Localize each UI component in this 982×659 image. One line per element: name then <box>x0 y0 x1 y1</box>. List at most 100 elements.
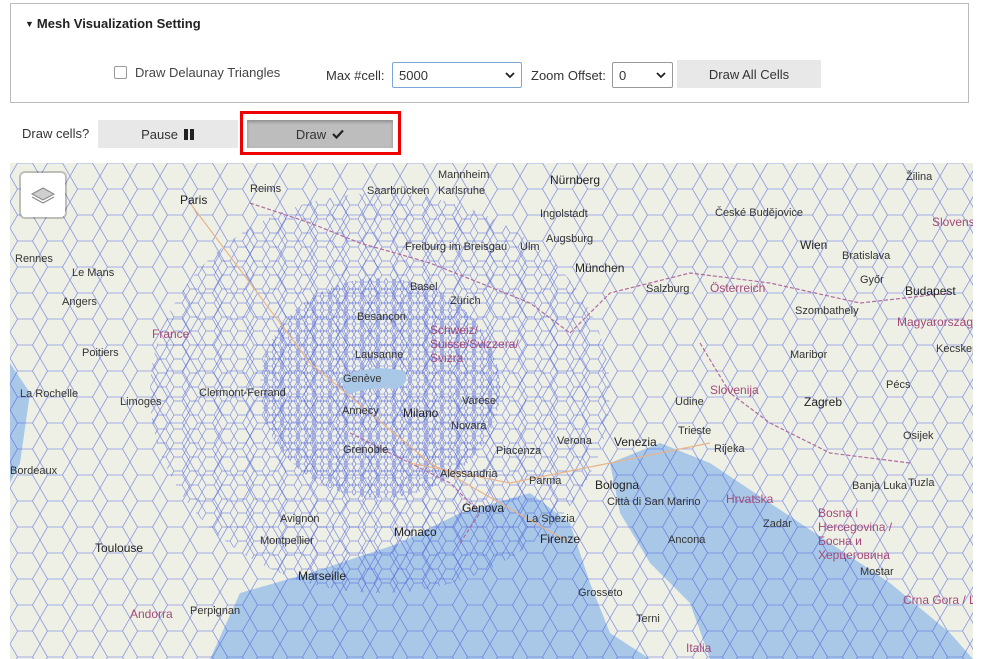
draw-cells-label: Draw cells? <box>22 126 90 141</box>
place-label: Italia <box>686 641 712 655</box>
place-label: Verona <box>557 435 592 447</box>
pause-icon <box>183 128 194 140</box>
place-label: Annecy <box>342 405 379 417</box>
place-label: Zagreb <box>804 395 843 409</box>
place-label: Pécs <box>886 379 911 391</box>
draw-delaunay-checkbox[interactable] <box>114 66 127 79</box>
place-label: Banja Luka <box>852 480 908 492</box>
place-label: Tuzla <box>908 477 935 489</box>
place-label: Ancona <box>668 534 706 546</box>
place-label: Firenze <box>540 532 581 546</box>
place-label: Karlsruhe <box>438 185 486 197</box>
place-label: Andorra <box>130 607 173 621</box>
place-label: Udine <box>675 396 704 408</box>
place-label: Città di San Marino <box>607 496 701 508</box>
place-label: Saarbrücken <box>367 185 430 197</box>
pause-button[interactable]: Pause <box>98 120 238 148</box>
place-label: Győr <box>860 274 884 286</box>
place-label: Genova <box>462 501 505 515</box>
place-label: Rijeka <box>714 443 745 455</box>
place-label: Milano <box>403 406 439 420</box>
panel-header[interactable]: ▼ Mesh Visualization Setting <box>25 16 201 31</box>
place-label: Bordeaux <box>10 465 58 477</box>
place-label: La Rochelle <box>20 388 79 400</box>
place-label: Nürnberg <box>550 173 601 187</box>
place-label: La Spezia <box>526 513 575 525</box>
caret-down-icon[interactable]: ▼ <box>25 19 34 29</box>
place-label: Poitiers <box>82 347 119 359</box>
map-view[interactable]: Paris Reims Saarbrücken Karlsruhe Mannheim Nü… <box>10 163 973 659</box>
place-label: Limoges <box>120 396 162 408</box>
pause-label: Pause <box>141 126 178 142</box>
place-label: Monaco <box>394 525 437 539</box>
place-label: Reims <box>250 183 282 195</box>
draw-delaunay-option[interactable]: Draw Delaunay Triangles <box>114 65 280 80</box>
place-label: Terni <box>636 613 660 625</box>
place-label: Grosseto <box>578 587 623 599</box>
place-label: Mostar <box>860 566 894 578</box>
place-label: Szombathely <box>795 305 859 317</box>
place-label: Schweiz/ Suisse/Svizzera/ Svizra <box>430 323 519 365</box>
place-label: Slovenija <box>710 383 759 397</box>
panel-title: Mesh Visualization Setting <box>36 16 201 31</box>
place-label: Wien <box>800 238 828 252</box>
layers-control-button[interactable] <box>21 173 65 217</box>
place-label: Osijek <box>903 430 934 442</box>
place-label: Toulouse <box>95 541 144 555</box>
layers-icon <box>30 187 56 204</box>
place-label: Zadar <box>763 518 792 530</box>
place-label: Lausanne <box>355 349 404 361</box>
place-label: Bologna <box>595 478 640 492</box>
place-label: München <box>575 261 625 275</box>
chevron-down-icon <box>656 72 666 79</box>
place-label: Budapest <box>905 284 956 298</box>
place-label: Mannheim <box>438 169 490 181</box>
place-label: Hrvatska <box>726 492 774 506</box>
draw-delaunay-label: Draw Delaunay Triangles <box>135 65 281 80</box>
place-label: Clermont-Ferrand <box>199 387 286 399</box>
place-label: Basel <box>410 281 438 293</box>
place-label: České Budějovice <box>715 207 804 219</box>
zoom-offset-select[interactable]: 0 <box>612 62 673 88</box>
place-label: Grenoble <box>343 444 389 456</box>
draw-button-highlight <box>240 111 401 155</box>
place-label: Angers <box>62 296 97 308</box>
place-label: Novara <box>451 420 487 432</box>
map-canvas <box>10 163 973 659</box>
place-label: Varese <box>462 395 497 407</box>
place-label: Zürich <box>450 295 481 307</box>
max-cell-select[interactable]: 5000 <box>392 62 522 88</box>
place-label: Augsburg <box>546 233 594 245</box>
place-label: Montpellier <box>260 535 314 547</box>
place-label: Piacenza <box>496 445 542 457</box>
place-label: Alessandria <box>440 468 498 480</box>
place-label: Magyarország <box>897 315 973 329</box>
settings-row: Draw Delaunay Triangles Max #cell: 5000 … <box>11 60 968 90</box>
place-label: Bratislava <box>842 250 891 262</box>
place-label: Besançon <box>357 311 406 323</box>
place-label: Trieste <box>678 425 712 437</box>
place-label: Crna Gora / Црна Гора <box>903 593 973 607</box>
draw-all-cells-button[interactable]: Draw All Cells <box>677 60 821 88</box>
place-label: Genève <box>343 373 382 385</box>
place-label: Venezia <box>614 435 657 449</box>
place-label: Parma <box>529 475 562 487</box>
draw-controls: Draw cells? Pause Draw <box>0 118 982 150</box>
place-label: France <box>152 327 190 341</box>
place-label: Slovensko <box>932 215 973 229</box>
place-label: Maribor <box>790 349 828 361</box>
place-label: Paris <box>180 193 208 207</box>
place-label: Ingolstadt <box>540 208 588 220</box>
zoom-offset-value: 0 <box>619 67 627 83</box>
place-label: Rennes <box>15 253 53 265</box>
mesh-settings-panel: ▼ Mesh Visualization Setting Draw Delaun… <box>10 3 969 103</box>
place-label: Le Mans <box>72 267 115 279</box>
max-cell-value: 5000 <box>399 67 428 83</box>
place-label: Marseille <box>298 569 347 583</box>
place-label: Salzburg <box>646 283 690 295</box>
place-label: Ulm <box>520 241 540 253</box>
place-label: Österreich <box>710 281 766 295</box>
draw-all-cells-label: Draw All Cells <box>708 66 790 82</box>
place-label: Bosna i Hercegovina / Босна и Херцеговин… <box>818 506 893 562</box>
place-label: Žilina <box>906 171 933 183</box>
